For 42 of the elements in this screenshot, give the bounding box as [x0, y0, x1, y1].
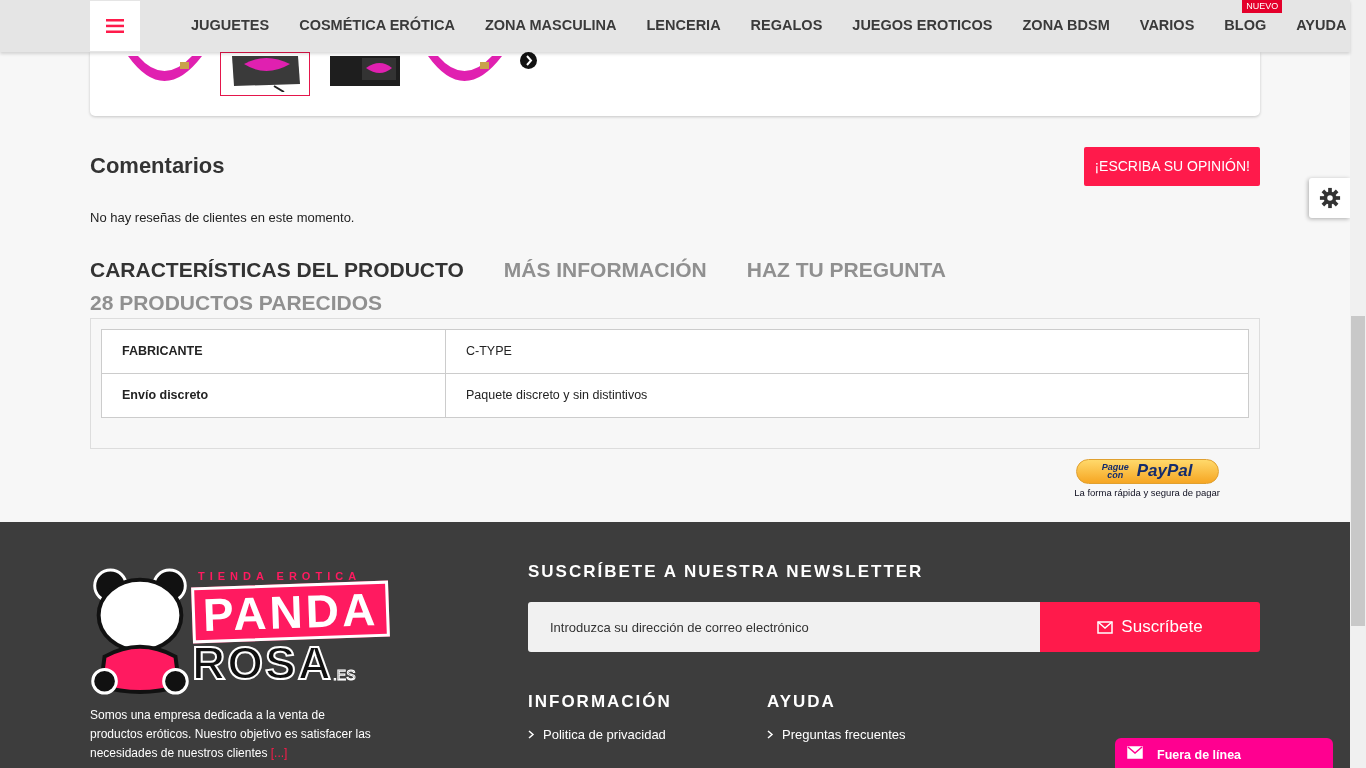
paypal-label: con — [1107, 471, 1124, 480]
table-cell: FABRICANTE — [101, 329, 446, 374]
settings-icon — [1318, 187, 1341, 209]
mail-icon — [1127, 746, 1143, 759]
nav-link[interactable]: VARIOS — [1139, 17, 1195, 34]
paypal-caption: La forma rápida y segura de pagar — [1074, 485, 1220, 500]
footer-link[interactable]: Preguntas frecuentes — [782, 726, 906, 742]
empty-text: No hay reseñas de clientes en este momento. — [90, 209, 356, 227]
menu-icon — [106, 19, 124, 33]
email-field[interactable]: Introduzca su dirección de correo electrónico — [528, 602, 1040, 653]
new-badge: NUEVO — [1242, 0, 1283, 14]
newsletter-title: SUSCRÍBETE A NUESTRA NEWSLETTER — [528, 561, 925, 583]
nav-link[interactable]: ZONA BDSM — [1022, 17, 1110, 34]
settings-button[interactable] — [1309, 178, 1350, 218]
nav-link[interactable]: COSMÉTICA ERÓTICA — [299, 17, 455, 34]
nav-link[interactable]: ZONA MASCULINA — [484, 17, 617, 34]
subscribe-button[interactable]: Suscríbete — [1040, 602, 1260, 653]
table-cell: Envío discreto — [101, 373, 446, 418]
menu-button[interactable] — [90, 1, 140, 51]
next-arrow[interactable] — [520, 52, 537, 69]
column-title: AYUDA — [767, 692, 837, 713]
nav-link[interactable]: LENCERIA — [646, 17, 721, 34]
nav-link[interactable]: REGALOS — [750, 17, 823, 34]
table-cell: C-TYPE — [445, 329, 1249, 374]
nav-link[interactable]: AYUDA — [1296, 17, 1347, 34]
footer-link[interactable]: Politica de privacidad — [543, 726, 666, 742]
nav-link[interactable]: JUGUETES — [191, 17, 270, 34]
paypal-logo: PayPal — [1136, 460, 1193, 483]
table-cell: Paquete discreto y sin distintivos — [445, 373, 1249, 418]
write-review-button[interactable]: ¡ESCRIBA SU OPINIÓN! — [1084, 147, 1260, 186]
logo-text: PANDA — [191, 580, 391, 644]
chat-button[interactable]: Fuera de línea — [1115, 738, 1333, 768]
nav-link[interactable]: JUEGOS EROTICOS — [852, 17, 993, 34]
logo-suffix: .ES — [332, 666, 356, 686]
nav-link[interactable]: BLOG — [1224, 17, 1267, 34]
mail-icon — [1097, 620, 1114, 634]
scrollbar[interactable] — [1350, 0, 1366, 768]
tab[interactable]: CARACTERÍSTICAS DEL PRODUCTO — [90, 255, 464, 283]
about-text: Somos una empresa dedicada a la venta de productos eróticos. Nuestro objetivo es satisfacer las necesidades de nuestros clientes [...] — [90, 706, 372, 762]
column-title: INFORMACIÓN — [528, 692, 673, 713]
paypal-label: Pague — [1101, 463, 1129, 472]
section-title: Comentarios — [90, 153, 225, 180]
